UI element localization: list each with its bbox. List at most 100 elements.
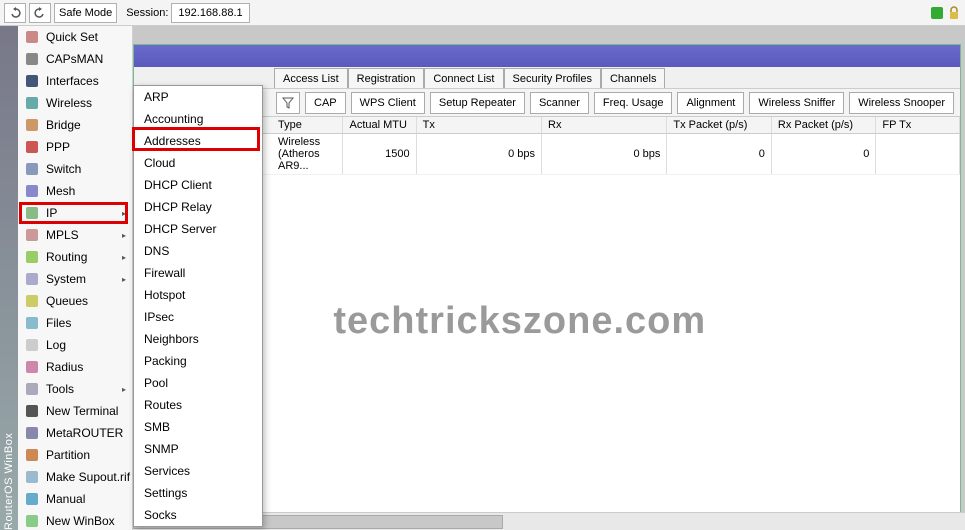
submenu-item-dhcp-server[interactable]: DHCP Server — [134, 218, 262, 240]
sidebar-item-mpls[interactable]: MPLS ▸ — [18, 224, 132, 246]
sidebar-item-partition[interactable]: Partition — [18, 444, 132, 466]
toolbtn-freq-usage[interactable]: Freq. Usage — [594, 92, 673, 114]
window-titlebar[interactable] — [134, 45, 960, 67]
sidebar-item-queues[interactable]: Queues — [18, 290, 132, 312]
sidebar-item-tools[interactable]: Tools▸ — [18, 378, 132, 400]
files-icon — [24, 315, 40, 331]
safe-mode-button[interactable]: Safe Mode — [54, 3, 117, 23]
chevron-right-icon: ▸ — [122, 231, 126, 240]
submenu-item-addresses[interactable]: Addresses — [134, 130, 262, 152]
quick-set-icon — [24, 29, 40, 45]
sidebar-item-wireless[interactable]: Wireless — [18, 92, 132, 114]
sidebar-item-new-terminal[interactable]: New Terminal — [18, 400, 132, 422]
sidebar-item-quick-set[interactable]: Quick Set — [18, 26, 132, 48]
submenu-item-packing[interactable]: Packing — [134, 350, 262, 372]
session-value[interactable]: 192.168.88.1 — [171, 3, 249, 23]
sidebar-item-label: System — [46, 272, 86, 286]
sidebar-item-ip[interactable]: IP▸ — [18, 202, 132, 224]
sidebar-item-label: Log — [46, 338, 66, 352]
filter-icon[interactable] — [276, 92, 300, 114]
sidebar-item-label: CAPsMAN — [46, 52, 103, 66]
toolbtn-setup-repeater[interactable]: Setup Repeater — [430, 92, 525, 114]
chevron-right-icon: ▸ — [122, 209, 126, 218]
toolbtn-wireless-snooper[interactable]: Wireless Snooper — [849, 92, 954, 114]
sidebar-item-new-winbox[interactable]: New WinBox — [18, 510, 132, 530]
sidebar-item-interfaces[interactable]: Interfaces — [18, 70, 132, 92]
manual-icon — [24, 491, 40, 507]
sidebar-item-system[interactable]: System ▸ — [18, 268, 132, 290]
tab-security-profiles[interactable]: Security Profiles — [504, 68, 601, 88]
col-rx[interactable]: Rx — [542, 117, 667, 134]
col-tx-packet-p-s-[interactable]: Tx Packet (p/s) — [667, 117, 771, 134]
tab-channels[interactable]: Channels — [601, 68, 665, 88]
sidebar-item-label: Interfaces — [46, 74, 99, 88]
sidebar-item-label: Radius — [46, 360, 83, 374]
lock-icon — [947, 6, 961, 20]
capsman-icon — [24, 51, 40, 67]
toolbtn-scanner[interactable]: Scanner — [530, 92, 589, 114]
bridge-icon — [24, 117, 40, 133]
partition-icon — [24, 447, 40, 463]
sidebar-item-label: PPP — [46, 140, 70, 154]
tab-connect-list[interactable]: Connect List — [424, 68, 503, 88]
submenu-item-arp[interactable]: ARP — [134, 86, 262, 108]
make-supout-icon — [24, 469, 40, 485]
submenu-item-socks[interactable]: Socks — [134, 504, 262, 526]
submenu-item-settings[interactable]: Settings — [134, 482, 262, 504]
routing-icon — [24, 249, 40, 265]
submenu-item-snmp[interactable]: SNMP — [134, 438, 262, 460]
submenu-item-firewall[interactable]: Firewall — [134, 262, 262, 284]
submenu-item-smb[interactable]: SMB — [134, 416, 262, 438]
sidebar-item-metarouter[interactable]: MetaROUTER — [18, 422, 132, 444]
sidebar-item-label: Files — [46, 316, 71, 330]
sidebar-item-bridge[interactable]: Bridge — [18, 114, 132, 136]
tab-access-list[interactable]: Access List — [274, 68, 348, 88]
sidebar-item-label: Manual — [46, 492, 85, 506]
toolbtn-wireless-sniffer[interactable]: Wireless Sniffer — [749, 92, 844, 114]
submenu-item-pool[interactable]: Pool — [134, 372, 262, 394]
sidebar-item-log[interactable]: Log — [18, 334, 132, 356]
metarouter-icon — [24, 425, 40, 441]
submenu-item-hotspot[interactable]: Hotspot — [134, 284, 262, 306]
submenu-item-routes[interactable]: Routes — [134, 394, 262, 416]
tools-icon — [24, 381, 40, 397]
sidebar-item-routing[interactable]: Routing▸ — [18, 246, 132, 268]
redo-button[interactable] — [29, 3, 51, 23]
sidebar-item-mesh[interactable]: Mesh — [18, 180, 132, 202]
submenu-item-cloud[interactable]: Cloud — [134, 152, 262, 174]
submenu-item-services[interactable]: Services — [134, 460, 262, 482]
ip-submenu: ARPAccountingAddressesCloudDHCP ClientDH… — [133, 85, 263, 527]
sidebar-item-ppp[interactable]: PPP — [18, 136, 132, 158]
col-fp-tx[interactable]: FP Tx — [876, 117, 960, 134]
sidebar-item-capsman[interactable]: CAPsMAN — [18, 48, 132, 70]
sidebar-item-files[interactable]: Files — [18, 312, 132, 334]
status-icon-1 — [930, 6, 944, 20]
col-tx[interactable]: Tx — [416, 117, 541, 134]
sidebar-item-radius[interactable]: Radius — [18, 356, 132, 378]
submenu-item-ipsec[interactable]: IPsec — [134, 306, 262, 328]
queues-icon — [24, 293, 40, 309]
toolbtn-wps-client[interactable]: WPS Client — [351, 92, 425, 114]
sidebar-item-label: Bridge — [46, 118, 81, 132]
tab-registration[interactable]: Registration — [348, 68, 425, 88]
system-icon — [24, 271, 40, 287]
sidebar-item-switch[interactable]: Switch — [18, 158, 132, 180]
submenu-item-accounting[interactable]: Accounting — [134, 108, 262, 130]
cell-rx: 0 bps — [542, 134, 667, 175]
mpls-icon — [24, 227, 40, 243]
undo-button[interactable] — [4, 3, 26, 23]
col-actual-mtu[interactable]: Actual MTU — [343, 117, 416, 134]
submenu-item-dhcp-client[interactable]: DHCP Client — [134, 174, 262, 196]
sidebar-item-make-supout[interactable]: Make Supout.rif — [18, 466, 132, 488]
submenu-item-neighbors[interactable]: Neighbors — [134, 328, 262, 350]
toolbtn-alignment[interactable]: Alignment — [677, 92, 744, 114]
col-rx-packet-p-s-[interactable]: Rx Packet (p/s) — [771, 117, 875, 134]
submenu-item-dhcp-relay[interactable]: DHCP Relay — [134, 196, 262, 218]
sidebar-item-label: MPLS — [46, 228, 79, 242]
chevron-right-icon: ▸ — [122, 253, 126, 262]
session-label: Session: — [126, 7, 168, 19]
chevron-right-icon: ▸ — [122, 275, 126, 284]
toolbtn-cap[interactable]: CAP — [305, 92, 346, 114]
submenu-item-dns[interactable]: DNS — [134, 240, 262, 262]
sidebar-item-manual[interactable]: Manual — [18, 488, 132, 510]
